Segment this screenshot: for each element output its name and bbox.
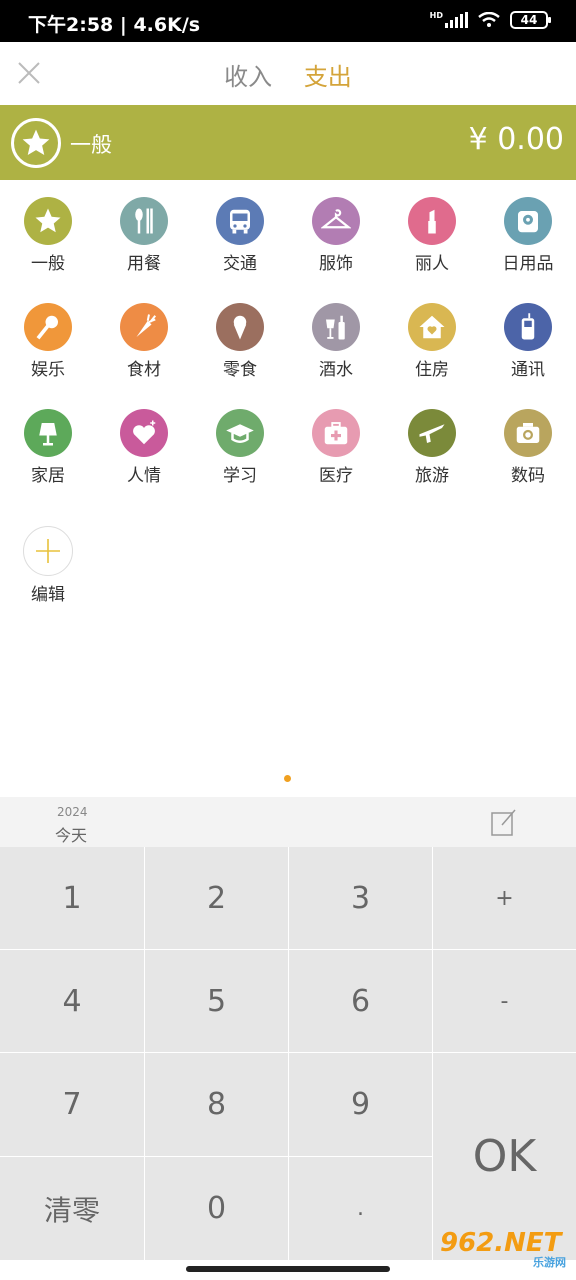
airplane-icon bbox=[408, 409, 456, 457]
bus-icon bbox=[216, 197, 264, 245]
category-label: 人情 bbox=[127, 466, 161, 486]
watermark-logo: 962.NET 乐游网 bbox=[440, 1228, 570, 1274]
phone-icon bbox=[504, 303, 552, 351]
category-item[interactable]: 丽人 bbox=[384, 196, 480, 296]
category-label: 通讯 bbox=[511, 360, 545, 380]
category-label: 数码 bbox=[511, 466, 545, 486]
category-item[interactable]: 住房 bbox=[384, 302, 480, 402]
plus-icon bbox=[23, 526, 73, 576]
category-item[interactable]: 家居 bbox=[0, 408, 96, 508]
category-item[interactable]: 食材 bbox=[96, 302, 192, 402]
category-label: 住房 bbox=[415, 360, 449, 380]
note-edit-icon[interactable] bbox=[490, 807, 518, 837]
category-label: 丽人 bbox=[415, 254, 449, 274]
category-item[interactable]: 数码 bbox=[480, 408, 576, 508]
amount-display: ¥ 0.00 bbox=[468, 122, 564, 157]
category-item[interactable]: 服饰 bbox=[288, 196, 384, 296]
selected-category-banner: 一般 ¥ 0.00 bbox=[0, 105, 576, 180]
key-3[interactable]: 3 bbox=[289, 847, 432, 949]
category-label: 用餐 bbox=[127, 254, 161, 274]
key-plus[interactable]: + bbox=[433, 847, 576, 949]
key-9[interactable]: 9 bbox=[289, 1053, 432, 1156]
home-indicator[interactable] bbox=[186, 1266, 390, 1272]
category-label: 娱乐 bbox=[31, 360, 65, 380]
spoon-fork-icon bbox=[120, 197, 168, 245]
category-label: 学习 bbox=[223, 466, 257, 486]
status-left: 下午2:58 | 4.6K/s bbox=[28, 14, 201, 36]
status-time: 下午2:58 bbox=[28, 14, 114, 36]
key-4[interactable]: 4 bbox=[0, 950, 144, 1052]
category-item[interactable]: 娱乐 bbox=[0, 302, 96, 402]
watermark-sub: 乐游网 bbox=[533, 1256, 566, 1269]
wifi-icon bbox=[478, 12, 500, 27]
key-1[interactable]: 1 bbox=[0, 847, 144, 949]
key-5[interactable]: 5 bbox=[145, 950, 288, 1052]
hanger-icon bbox=[312, 197, 360, 245]
key-6[interactable]: 6 bbox=[289, 950, 432, 1052]
bottle-glass-icon bbox=[312, 303, 360, 351]
lamp-icon bbox=[24, 409, 72, 457]
category-label: 食材 bbox=[127, 360, 161, 380]
key-minus[interactable]: - bbox=[433, 950, 576, 1052]
tissue-roll-icon bbox=[504, 197, 552, 245]
category-item[interactable]: 酒水 bbox=[288, 302, 384, 402]
key-8[interactable]: 8 bbox=[145, 1053, 288, 1156]
date-bar: 2024 今天 bbox=[0, 797, 576, 847]
status-speed: 4.6K/s bbox=[133, 14, 201, 36]
key-dot[interactable]: . bbox=[289, 1157, 432, 1260]
house-heart-icon bbox=[408, 303, 456, 351]
hd-label: HD bbox=[429, 10, 443, 20]
ice-cream-icon bbox=[216, 303, 264, 351]
category-item[interactable]: 零食 bbox=[192, 302, 288, 402]
status-bar: 下午2:58 | 4.6K/s HD 44 bbox=[0, 0, 576, 42]
edit-categories-button[interactable]: 编辑 bbox=[0, 526, 96, 626]
top-header: 收入 支出 bbox=[0, 42, 576, 105]
edit-label: 编辑 bbox=[31, 585, 65, 605]
date-year[interactable]: 2024 bbox=[57, 805, 88, 819]
category-label: 一般 bbox=[31, 254, 65, 274]
lipstick-icon bbox=[408, 197, 456, 245]
category-item[interactable]: 医疗 bbox=[288, 408, 384, 508]
category-label: 零食 bbox=[223, 360, 257, 380]
category-label: 旅游 bbox=[415, 466, 449, 486]
medical-kit-icon bbox=[312, 409, 360, 457]
key-2[interactable]: 2 bbox=[145, 847, 288, 949]
category-item[interactable]: 学习 bbox=[192, 408, 288, 508]
clear-button[interactable]: 清零 bbox=[0, 1157, 144, 1260]
category-item[interactable]: 一般 bbox=[0, 196, 96, 296]
battery-icon: 44 bbox=[510, 11, 551, 29]
category-label: 医疗 bbox=[319, 466, 353, 486]
tab-income[interactable]: 收入 bbox=[224, 63, 272, 91]
star-icon bbox=[24, 197, 72, 245]
status-right: HD 44 bbox=[429, 10, 551, 29]
graduation-cap-icon bbox=[216, 409, 264, 457]
star-icon bbox=[11, 118, 61, 168]
microphone-icon bbox=[24, 303, 72, 351]
heart-sparkle-icon bbox=[120, 409, 168, 457]
number-keypad: 1 2 3 + 4 5 6 - 7 8 9 OK 清零 0 . bbox=[0, 847, 576, 1260]
key-7[interactable]: 7 bbox=[0, 1053, 144, 1156]
category-item[interactable]: 用餐 bbox=[96, 196, 192, 296]
carrot-icon bbox=[120, 303, 168, 351]
date-day[interactable]: 今天 bbox=[55, 822, 87, 846]
tab-expense[interactable]: 支出 bbox=[304, 63, 352, 91]
category-item[interactable]: 日用品 bbox=[480, 196, 576, 296]
category-label: 交通 bbox=[223, 254, 257, 274]
signal-icon bbox=[445, 12, 468, 28]
category-label: 家居 bbox=[31, 466, 65, 486]
category-item[interactable]: 交通 bbox=[192, 196, 288, 296]
type-tabs: 收入 支出 bbox=[0, 57, 576, 92]
category-label: 日用品 bbox=[502, 254, 554, 274]
category-item[interactable]: 旅游 bbox=[384, 408, 480, 508]
category-label: 服饰 bbox=[319, 254, 353, 274]
category-item[interactable]: 人情 bbox=[96, 408, 192, 508]
selected-category-name: 一般 bbox=[70, 133, 112, 157]
camera-icon bbox=[504, 409, 552, 457]
category-label: 酒水 bbox=[319, 360, 353, 380]
key-0[interactable]: 0 bbox=[145, 1157, 288, 1260]
page-indicator bbox=[284, 775, 291, 782]
category-item[interactable]: 通讯 bbox=[480, 302, 576, 402]
